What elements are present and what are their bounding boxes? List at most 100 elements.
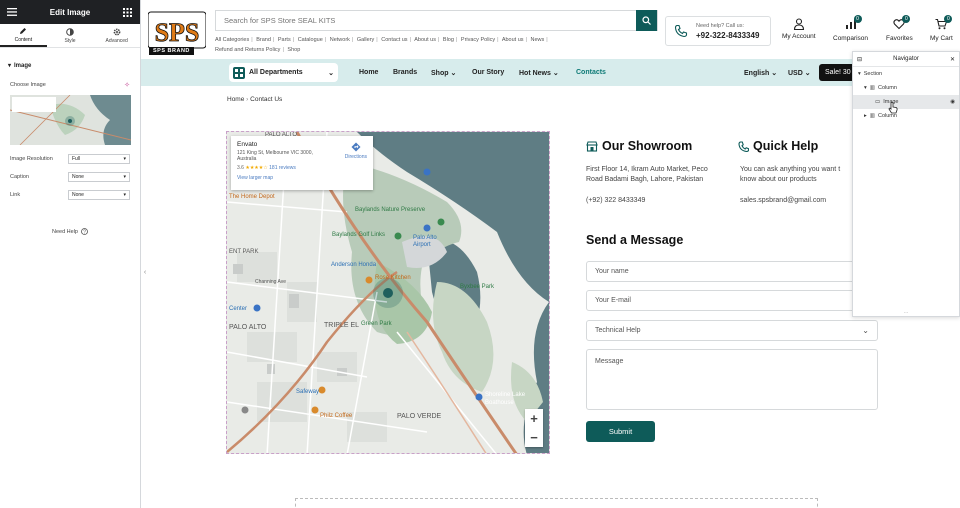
comparison-icon-wrap: 0 <box>845 15 862 32</box>
image-resolution-label: Image Resolution <box>10 156 53 162</box>
all-departments-label: All Departments <box>249 69 303 76</box>
favorites-label: Favorites <box>886 35 913 42</box>
nav-link-home[interactable]: Home <box>359 69 378 76</box>
map-label-palo-alto: PALO ALTO <box>229 324 267 331</box>
call-help-box[interactable]: Need help? Call us: +92-322-8433349 <box>665 16 771 46</box>
top-link[interactable]: Gallery <box>357 37 374 43</box>
navigator-row-label: Section <box>863 71 883 77</box>
widgets-grid-icon[interactable] <box>122 6 134 18</box>
message-field[interactable]: Message <box>586 349 878 410</box>
top-link[interactable]: About us <box>502 37 524 43</box>
submit-button[interactable]: Submit <box>586 421 655 442</box>
quick-help-email[interactable]: sales.spsbrand@gmail.com <box>740 196 826 206</box>
chevron-down-icon: ⌄ <box>450 70 457 77</box>
map-embed[interactable]: PALO ALTO The Home Depot Baylands Nature… <box>226 131 550 454</box>
image-thumbnail[interactable] <box>10 95 131 145</box>
top-link[interactable]: All Categories <box>215 37 249 43</box>
zoom-out-button[interactable]: − <box>530 430 538 445</box>
my-cart-button[interactable]: 0 My Cart <box>930 15 953 42</box>
search-bar <box>215 10 658 31</box>
favorites-icon-wrap: 0 <box>893 15 911 32</box>
chevron-down-icon: ▾ <box>123 174 126 180</box>
empty-section-placeholder[interactable] <box>295 498 818 508</box>
tab-style[interactable]: Style <box>47 24 94 47</box>
eye-icon[interactable]: ◉ <box>950 99 955 105</box>
comparison-button[interactable]: 0 Comparison <box>833 15 868 42</box>
ai-sparkle-icon[interactable]: ✧ <box>124 81 130 89</box>
phone-icon <box>674 24 688 38</box>
currency-select[interactable]: USD ⌄ <box>788 69 811 77</box>
top-link[interactable]: Brand <box>256 37 271 43</box>
top-link[interactable]: News <box>531 37 545 43</box>
search-input[interactable] <box>216 11 636 30</box>
navigator-title: Navigator <box>893 56 919 62</box>
quick-help-title: Quick Help <box>753 139 819 153</box>
navigator-row-column-2[interactable]: ▸ ▥ Column <box>853 109 959 123</box>
email-field[interactable]: Your E-mail <box>586 290 878 311</box>
top-link[interactable]: About us <box>414 37 436 43</box>
column-icon: ▥ <box>869 113 875 119</box>
image-section-toggle[interactable]: ▾ Image <box>0 48 140 77</box>
language-select[interactable]: English ⌄ <box>744 69 777 77</box>
logo-brand-text: SPS BRAND <box>149 47 194 55</box>
image-resolution-select[interactable]: Full ▾ <box>68 154 130 164</box>
map-label-shoreline: Shoreline Lake Boathouse <box>485 392 526 406</box>
top-link[interactable]: Refund and Returns Policy <box>215 47 280 53</box>
place-reviews[interactable]: 181 reviews <box>269 165 296 171</box>
navigator-row-section[interactable]: ▾ Section <box>853 67 959 81</box>
nav-link-hot-news[interactable]: Hot News ⌄ <box>519 69 559 77</box>
need-help-link[interactable]: Need Help ? <box>0 228 140 235</box>
navigator-resize-handle[interactable]: ⋯ <box>853 310 959 316</box>
link-select[interactable]: None ▾ <box>68 190 130 200</box>
topic-select[interactable]: Technical Help ⌄ <box>586 320 878 341</box>
tab-content[interactable]: Content <box>0 24 47 47</box>
top-link[interactable]: Catalogue <box>298 37 323 43</box>
showroom-heading: Our Showroom <box>586 139 692 153</box>
caption-select[interactable]: None ▾ <box>68 172 130 182</box>
nav-link-contacts[interactable]: Contacts <box>576 69 606 76</box>
my-account-label: My Account <box>782 33 816 40</box>
top-link[interactable]: Network <box>330 37 350 43</box>
navigator-collapse-icon[interactable]: ⊟ <box>857 56 862 63</box>
showroom-phone[interactable]: (+92) 322 8433349 <box>586 196 645 206</box>
top-link[interactable]: Shop <box>287 47 300 53</box>
email-placeholder: Your E-mail <box>595 297 631 304</box>
nav-link-our-story[interactable]: Our Story <box>472 69 504 76</box>
close-icon[interactable]: ✕ <box>950 56 955 63</box>
top-link[interactable]: Contact us <box>381 37 407 43</box>
view-larger-map-link[interactable]: View larger map <box>237 175 367 181</box>
name-placeholder: Your name <box>595 268 629 275</box>
my-account-button[interactable]: My Account <box>782 18 816 40</box>
directions-button[interactable]: Directions <box>345 142 367 160</box>
navigator-row-image[interactable]: ▭ Image ◉ <box>853 95 959 109</box>
tab-advanced[interactable]: Advanced <box>93 24 140 47</box>
cart-count: 0 <box>944 15 953 23</box>
all-departments-dropdown[interactable]: All Departments ⌄ <box>229 63 338 82</box>
question-circle-icon: ? <box>81 228 88 235</box>
zoom-in-button[interactable]: + <box>530 411 538 426</box>
nav-link-shop-label: Shop <box>431 70 449 77</box>
editor-tabs: Content Style Advanced <box>0 24 140 48</box>
chevron-down-icon: ⌄ <box>552 70 559 77</box>
directions-label: Directions <box>344 154 367 160</box>
navigator-panel: ⊟ Navigator ✕ ▾ Section ▾ ▥ Column ▭ Ima… <box>852 51 960 317</box>
top-link[interactable]: Blog <box>443 37 454 43</box>
top-link[interactable]: Parts <box>278 37 291 43</box>
top-link[interactable]: Privacy Policy <box>461 37 495 43</box>
editor-panel: Edit Image Content Style Advanced ▾ Imag… <box>0 0 141 508</box>
nav-link-shop[interactable]: Shop ⌄ <box>431 69 456 77</box>
screen: Edit Image Content Style Advanced ▾ Imag… <box>0 0 960 508</box>
name-field[interactable]: Your name <box>586 261 878 282</box>
hamburger-menu-icon[interactable] <box>6 6 18 18</box>
breadcrumb: Home › Contact Us <box>227 96 282 103</box>
search-button[interactable] <box>636 10 657 31</box>
editor-title: Edit Image <box>49 7 91 17</box>
nav-link-hot-news-label: Hot News <box>519 70 551 77</box>
nav-link-brands[interactable]: Brands <box>393 69 417 76</box>
caption-value: None <box>72 174 84 180</box>
tab-style-label: Style <box>64 37 76 44</box>
breadcrumb-home[interactable]: Home <box>227 96 244 103</box>
navigator-row-column[interactable]: ▾ ▥ Column <box>853 81 959 95</box>
column-icon: ▥ <box>869 85 875 91</box>
favorites-button[interactable]: 0 Favorites <box>886 15 913 42</box>
